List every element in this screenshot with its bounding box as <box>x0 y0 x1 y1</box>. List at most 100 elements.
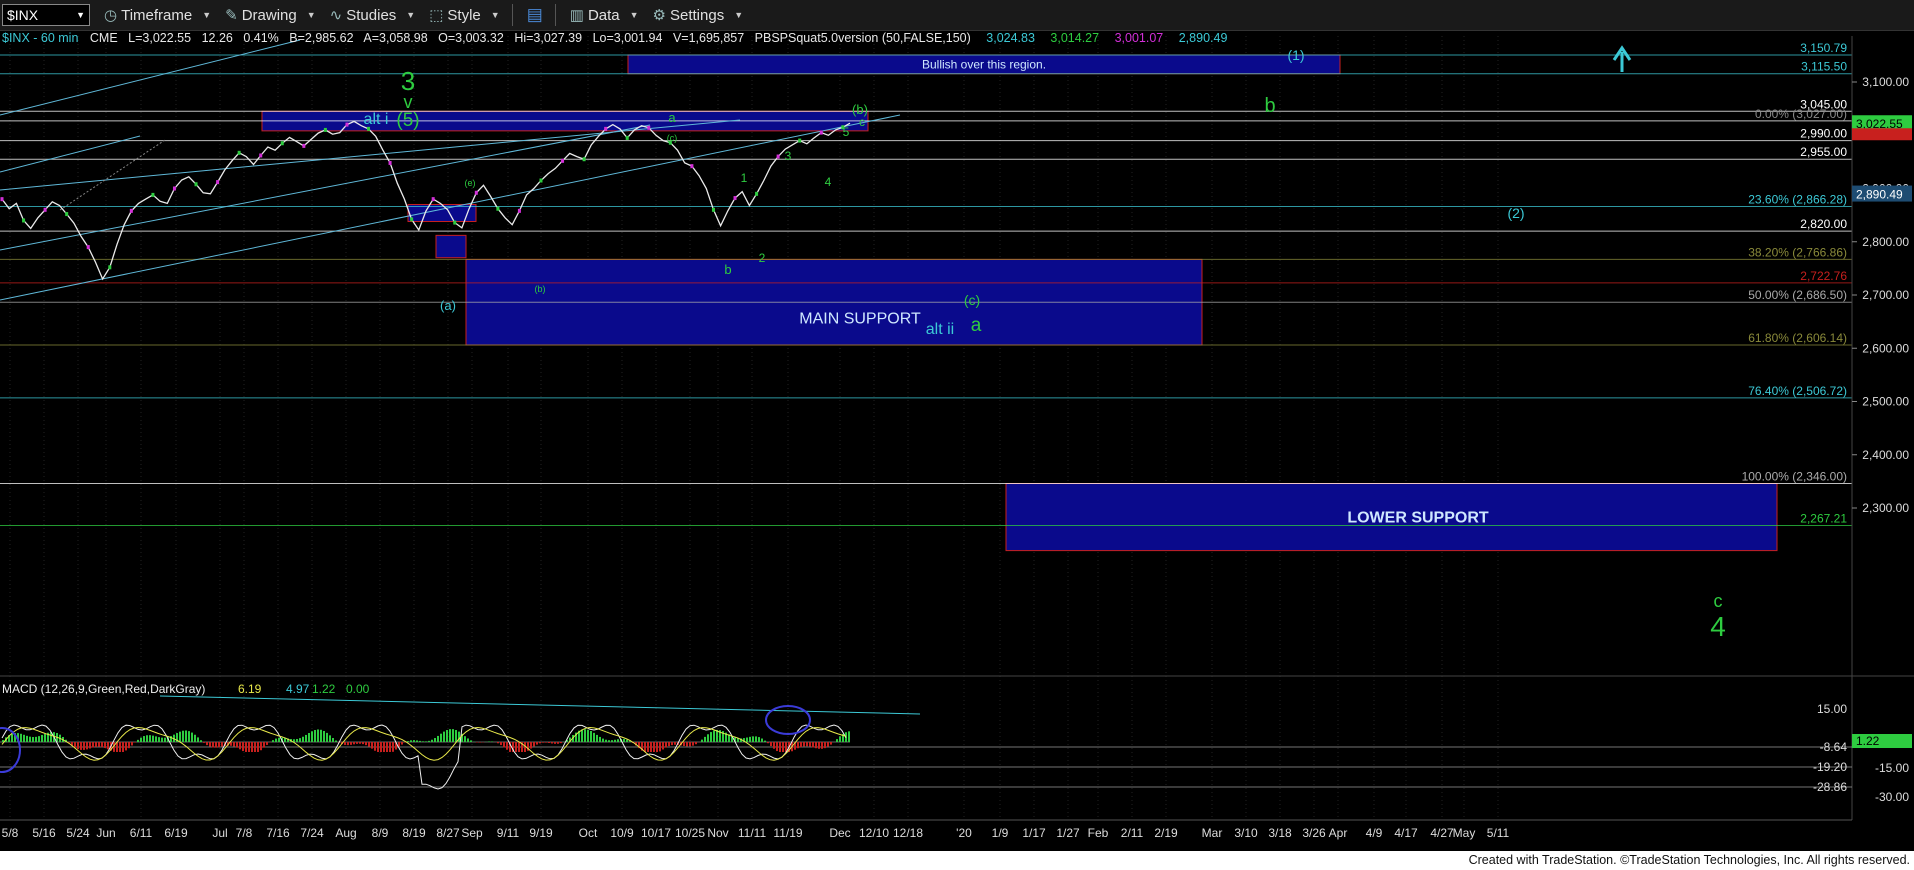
date-axis-label: 1/27 <box>1056 826 1080 840</box>
price-level-label: 2,820.00 <box>1800 217 1847 231</box>
macd-histogram-bar <box>827 742 829 747</box>
chevron-down-icon: ▼ <box>734 10 744 20</box>
macd-histogram-bar <box>335 740 337 742</box>
macd-histogram-bar <box>257 742 259 752</box>
macd-histogram-bar <box>848 731 850 742</box>
drawing-menu[interactable]: ✎ Drawing ▼ <box>225 6 316 25</box>
wave-label: v <box>404 92 413 112</box>
date-axis-label: 5/11 <box>1487 826 1510 840</box>
macd-histogram-bar <box>542 742 544 743</box>
study-value: 3,024.83 <box>986 31 1035 45</box>
macd-histogram-bar <box>470 740 472 742</box>
macd-histogram-bar <box>410 740 412 742</box>
macd-histogram-bar <box>812 742 814 748</box>
wave-label: (c) <box>964 292 980 308</box>
macd-histogram-bar <box>221 742 223 747</box>
macd-histogram-bar <box>197 737 199 742</box>
macd-histogram-bar <box>44 733 46 742</box>
wave-label: (e) <box>465 178 476 188</box>
date-axis-label: Oct <box>579 826 598 840</box>
date-axis-label: 2/19 <box>1154 826 1178 840</box>
style-label: Style <box>447 6 481 24</box>
price-axis-label: 2,500.00 <box>1862 395 1909 409</box>
symbol-input[interactable]: $INX ▼ <box>2 4 90 26</box>
macd-histogram-bar <box>701 739 703 742</box>
chevron-down-icon: ▼ <box>629 10 639 20</box>
macd-histogram-bar <box>191 732 193 742</box>
price-bar-marker <box>108 265 112 270</box>
settings-menu[interactable]: ⚙ Settings ▼ <box>653 6 744 25</box>
price-level-label: 2,955.00 <box>1800 145 1847 159</box>
studies-menu[interactable]: ∿ Studies ▼ <box>329 6 416 25</box>
macd-histogram-bar <box>584 729 586 742</box>
date-axis-label: 8/27 <box>436 826 460 840</box>
macd-histogram-bar <box>617 739 619 742</box>
macd-histogram-bar <box>326 732 328 742</box>
price-bar-marker <box>711 207 715 212</box>
price-bar-marker <box>474 190 478 195</box>
macd-histogram-bar <box>158 737 160 742</box>
macd-histogram-bar <box>212 742 214 748</box>
macd-histogram-bar <box>779 742 781 752</box>
macd-histogram-bar <box>374 742 376 751</box>
date-axis-label: 6/19 <box>164 826 188 840</box>
price-axis-label: 2,600.00 <box>1862 341 1909 355</box>
date-axis-label: 7/16 <box>266 826 290 840</box>
chevron-down-icon: ▼ <box>490 10 500 20</box>
macd-histogram-bar <box>401 742 403 745</box>
price-bar-marker <box>819 130 823 135</box>
studies-icon: ∿ <box>329 7 343 24</box>
macd-histogram-bar <box>824 742 826 749</box>
date-axis-label: Jul <box>212 826 227 840</box>
price-chart[interactable]: Bullish over this region. MAIN SUPPORT LOW… <box>0 31 1914 851</box>
macd-histogram-bar <box>758 737 760 742</box>
wave-box <box>435 234 467 259</box>
macd-histogram-bar <box>551 742 553 744</box>
price-level-label: 3,150.79 <box>1800 41 1847 55</box>
macd-histogram-bar <box>125 742 127 751</box>
macd-histogram-bar <box>134 742 136 743</box>
macd-histogram-bar <box>467 738 469 742</box>
macd-histogram-bar <box>185 730 187 742</box>
price-bar-marker <box>733 196 737 201</box>
macd-histogram-bar <box>98 742 100 747</box>
macd-histogram-bar <box>479 742 481 743</box>
pct-change: 0.41% <box>243 31 279 45</box>
macd-label: MACD (12,26,9,Green,Red,DarkGray) <box>2 682 205 696</box>
bid-price: B=2,985.62 <box>289 31 354 45</box>
volume: V=1,695,857 <box>672 31 745 45</box>
date-axis-label: 2/11 <box>1121 826 1144 840</box>
macd-axis-label: -15.00 <box>1875 761 1909 775</box>
timeframe-menu[interactable]: ◷ Timeframe ▼ <box>104 6 212 25</box>
price-axis-label: 2,700.00 <box>1862 288 1909 302</box>
macd-histogram-bar <box>362 742 364 745</box>
price-bar-marker <box>431 197 435 202</box>
open-price: O=3,003.32 <box>438 31 504 45</box>
layout-button[interactable]: ▤ <box>527 5 543 25</box>
macd-histogram-bar <box>686 742 688 747</box>
date-axis-label: 3/26 <box>1302 826 1326 840</box>
price-series-line <box>1 120 851 281</box>
chevron-down-icon: ▼ <box>202 10 212 20</box>
macd-histogram-bar <box>80 742 82 750</box>
toolbar-divider <box>511 4 513 26</box>
price-bar-marker <box>604 126 608 131</box>
date-axis-label: 10/9 <box>610 826 634 840</box>
macd-histogram-bar <box>647 742 649 752</box>
price-bar-marker <box>496 206 500 211</box>
macd-histogram-bar <box>155 736 157 742</box>
style-menu[interactable]: ⬚ Style ▼ <box>429 6 500 25</box>
macd-histogram-bar <box>464 736 466 742</box>
macd-histogram-bar <box>32 737 34 742</box>
macd-histogram-bar <box>419 740 421 742</box>
wave-label: (c) <box>667 133 678 143</box>
price-bar-marker <box>237 150 241 155</box>
price-bar-marker <box>561 158 565 163</box>
macd-histogram-bar <box>536 742 538 745</box>
chart-area[interactable]: Bullish over this region. MAIN SUPPORT LOW… <box>0 31 1914 851</box>
price-tag-red <box>1852 128 1912 141</box>
bar-chart-icon: ▥ <box>569 7 584 24</box>
macd-histogram-bar <box>89 742 91 749</box>
data-menu[interactable]: ▥ Data ▼ <box>569 6 639 25</box>
macd-histogram-bar <box>713 730 715 742</box>
